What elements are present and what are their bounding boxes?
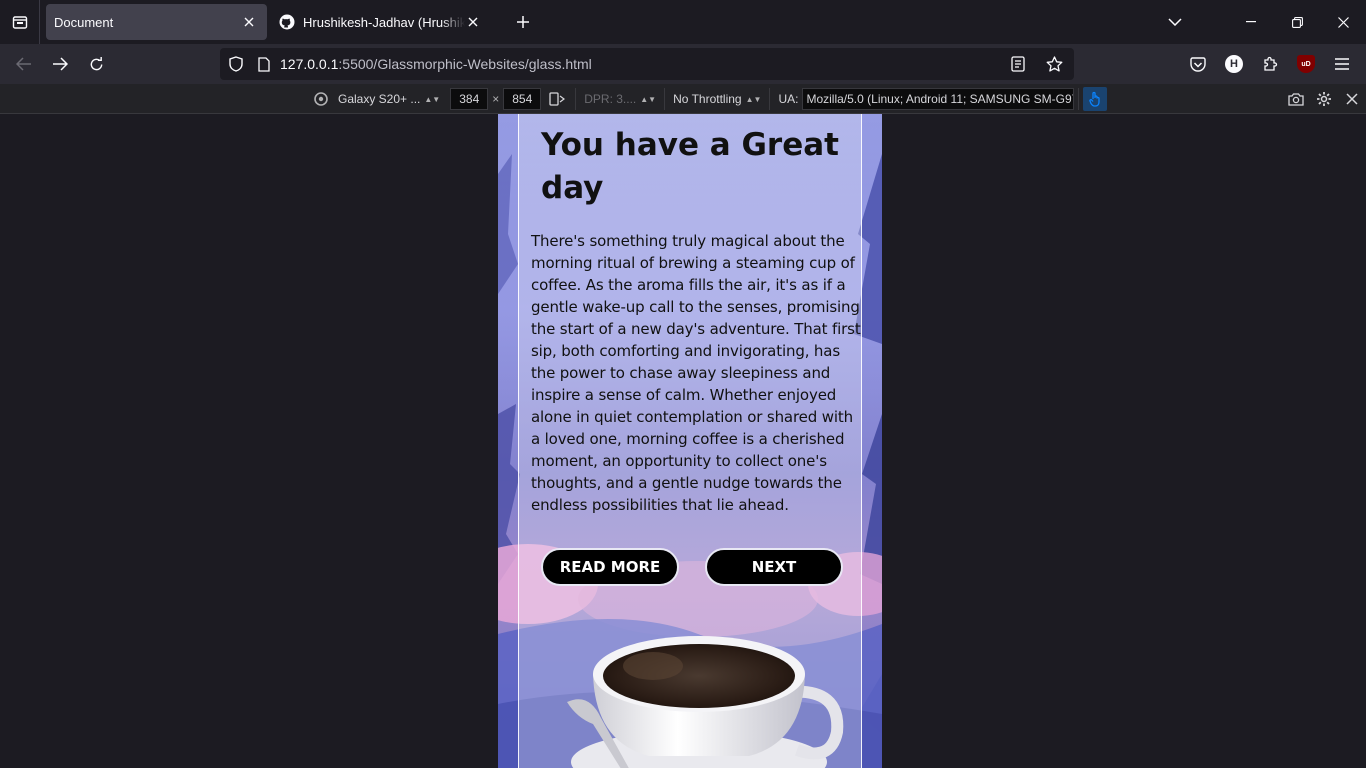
divider bbox=[1078, 88, 1080, 110]
close-rdm-button[interactable] bbox=[1338, 85, 1366, 113]
pocket-icon bbox=[1190, 56, 1206, 72]
account-button[interactable]: H bbox=[1218, 48, 1250, 80]
select-arrows-icon: ▲▼ bbox=[640, 94, 657, 104]
viewport-height-input[interactable]: 854 bbox=[503, 88, 542, 110]
minimize-icon bbox=[1246, 21, 1256, 23]
forward-button[interactable] bbox=[44, 48, 76, 80]
pocket-button[interactable] bbox=[1182, 48, 1214, 80]
firefox-view-button[interactable] bbox=[0, 0, 40, 44]
reader-view-icon bbox=[1011, 56, 1025, 72]
throttling-label: No Throttling bbox=[673, 92, 742, 106]
puzzle-icon bbox=[1264, 56, 1278, 71]
viewport-width-input[interactable]: 384 bbox=[450, 88, 489, 110]
back-button[interactable] bbox=[8, 48, 40, 80]
reader-view-button[interactable] bbox=[1002, 48, 1034, 80]
close-icon bbox=[1346, 93, 1358, 105]
bookmark-button[interactable] bbox=[1038, 48, 1070, 80]
ublock-icon: uD bbox=[1297, 55, 1315, 73]
coffee-cup-image bbox=[567, 636, 844, 768]
intro-paragraph: There's something truly magical about th… bbox=[531, 232, 861, 514]
select-arrows-icon: ▲▼ bbox=[424, 94, 441, 104]
url-bar[interactable]: 127.0.0.1:5500/Glassmorphic-Websites/gla… bbox=[220, 48, 1074, 80]
extensions-button[interactable] bbox=[1254, 48, 1286, 80]
rotate-button[interactable] bbox=[543, 87, 571, 111]
touch-hand-icon bbox=[1089, 91, 1101, 107]
device-name: Galaxy S20+ ... bbox=[338, 92, 421, 106]
reload-icon bbox=[90, 56, 102, 70]
back-arrow-icon bbox=[16, 57, 31, 71]
list-all-tabs-button[interactable] bbox=[1152, 0, 1198, 44]
close-icon bbox=[1337, 16, 1349, 28]
screenshot-button[interactable] bbox=[1282, 85, 1310, 113]
firefox-view-icon bbox=[12, 16, 27, 29]
dpr-label: DPR: 3.... bbox=[584, 92, 637, 106]
next-button[interactable]: NEXT bbox=[705, 548, 843, 586]
tab-strip: Document Hrushikesh-Jadhav (Hrushikesh bbox=[0, 0, 1366, 44]
app-menu-button[interactable] bbox=[1326, 48, 1358, 80]
url-host: 127.0.0.1 bbox=[280, 56, 339, 72]
navigation-toolbar: 127.0.0.1:5500/Glassmorphic-Websites/gla… bbox=[0, 44, 1366, 84]
close-window-button[interactable] bbox=[1320, 0, 1366, 44]
restore-button[interactable] bbox=[1274, 0, 1320, 44]
restore-icon bbox=[1291, 16, 1303, 28]
shield-icon[interactable] bbox=[220, 56, 252, 72]
url-text[interactable]: 127.0.0.1:5500/Glassmorphic-Websites/gla… bbox=[280, 56, 592, 72]
chrome-icon bbox=[314, 92, 328, 106]
close-icon[interactable] bbox=[465, 14, 481, 30]
new-tab-button[interactable] bbox=[507, 6, 539, 38]
divider bbox=[575, 88, 577, 110]
read-more-button[interactable]: READ MORE bbox=[541, 548, 679, 586]
glass-card: You have a Great day There's something t… bbox=[518, 114, 862, 768]
camera-icon bbox=[1288, 93, 1304, 106]
reload-button[interactable] bbox=[80, 48, 112, 80]
responsive-design-toolbar: Galaxy S20+ ... ▲▼ 384 × 854 DPR: 3.... … bbox=[0, 84, 1366, 114]
star-icon bbox=[1046, 56, 1062, 72]
user-agent-input[interactable]: Mozilla/5.0 (Linux; Android 11; SAMSUNG … bbox=[802, 88, 1075, 110]
url-path: :5500/Glassmorphic-Websites/glass.html bbox=[338, 56, 592, 72]
tab-title: Hrushikesh-Jadhav (Hrushikesh bbox=[303, 14, 465, 30]
dpr-selector[interactable]: DPR: 3.... ▲▼ bbox=[580, 88, 660, 110]
chevron-down-icon bbox=[1168, 18, 1182, 26]
device-selector[interactable]: Galaxy S20+ ... ▲▼ bbox=[310, 88, 444, 110]
user-agent-label: UA: bbox=[778, 92, 799, 106]
device-viewport: You have a Great day There's something t… bbox=[498, 114, 882, 768]
throttling-selector[interactable]: No Throttling ▲▼ bbox=[669, 88, 765, 110]
ublock-origin-button[interactable]: uD bbox=[1290, 48, 1322, 80]
settings-button[interactable] bbox=[1310, 85, 1338, 113]
divider bbox=[769, 88, 771, 110]
page-title: You have a Great day bbox=[541, 127, 839, 206]
minimize-button[interactable] bbox=[1228, 0, 1274, 44]
tab-title: Document bbox=[54, 14, 114, 30]
divider bbox=[664, 88, 666, 110]
close-icon[interactable] bbox=[241, 14, 257, 30]
forward-arrow-icon bbox=[53, 57, 68, 71]
gear-icon bbox=[1317, 92, 1331, 106]
plus-icon bbox=[517, 16, 529, 28]
dimension-separator: × bbox=[492, 92, 500, 106]
rotate-icon bbox=[549, 92, 566, 106]
select-arrows-icon: ▲▼ bbox=[745, 94, 762, 104]
github-icon bbox=[279, 14, 295, 30]
tab-document[interactable]: Document bbox=[46, 4, 267, 40]
hamburger-menu-icon bbox=[1335, 58, 1349, 70]
tab-github[interactable]: Hrushikesh-Jadhav (Hrushikesh bbox=[271, 4, 491, 40]
touch-simulation-button[interactable] bbox=[1083, 87, 1108, 111]
avatar: H bbox=[1225, 55, 1243, 73]
page-icon[interactable] bbox=[256, 56, 272, 72]
